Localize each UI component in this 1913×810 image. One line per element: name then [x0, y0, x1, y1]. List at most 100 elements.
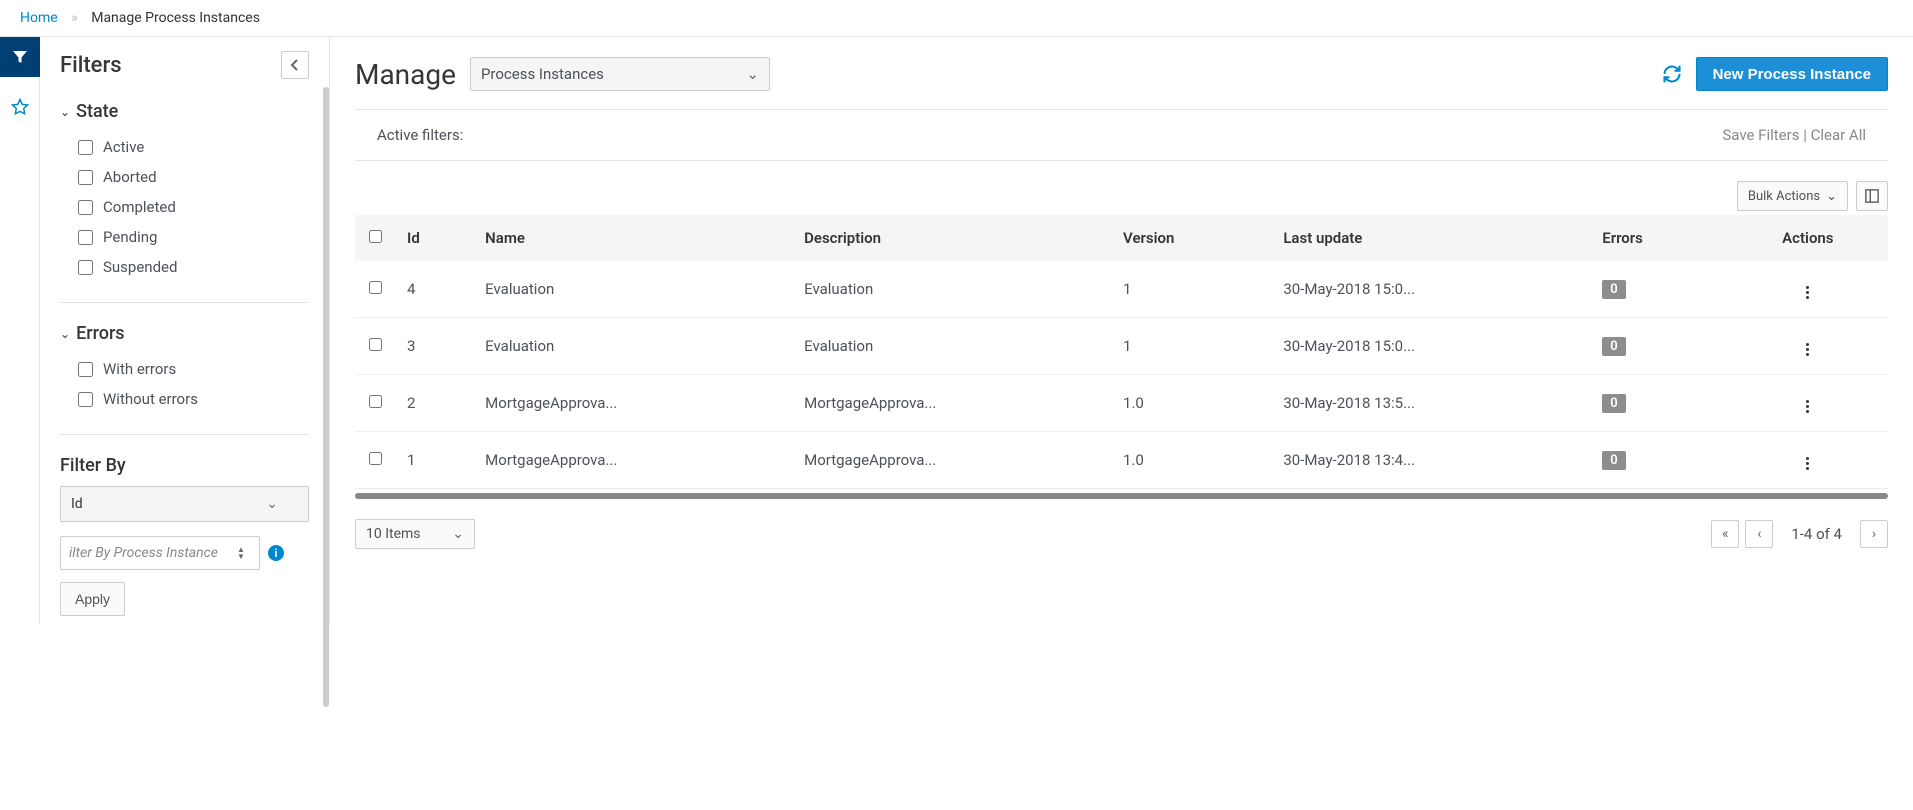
main-content: Manage Process Instances ⌄ New Process I… [330, 37, 1913, 624]
filter-group-state: ⌄State Active Aborted Completed Pending … [40, 93, 329, 290]
errors-without-label: Without errors [103, 390, 198, 408]
row-checkbox[interactable] [369, 395, 382, 408]
cell-description: MortgageApprova... [792, 432, 1111, 489]
chevron-down-icon: ⌄ [1826, 189, 1837, 204]
collapse-sidebar-button[interactable] [281, 51, 309, 79]
cell-last-update: 30-May-2018 13:4... [1271, 432, 1590, 489]
col-last-update[interactable]: Last update [1271, 215, 1590, 261]
info-icon[interactable]: i [268, 545, 284, 561]
state-aborted-checkbox[interactable] [78, 170, 93, 185]
cell-name: MortgageApprova... [473, 432, 792, 489]
row-checkbox[interactable] [369, 452, 382, 465]
breadcrumb: Home » Manage Process Instances [0, 0, 1913, 36]
filter-group-errors-header[interactable]: ⌄Errors [60, 323, 309, 344]
breadcrumb-current: Manage Process Instances [91, 10, 260, 26]
columns-button[interactable] [1856, 181, 1888, 211]
cell-version: 1.0 [1111, 375, 1271, 432]
active-filters-label: Active filters: [377, 126, 463, 144]
row-actions-menu[interactable] [1802, 453, 1813, 474]
table-row[interactable]: 4EvaluationEvaluation130-May-2018 15:0..… [355, 261, 1888, 318]
cell-id: 4 [395, 261, 473, 318]
spinner-icon[interactable]: ▲▼ [237, 546, 251, 560]
separator: | [1803, 126, 1810, 144]
state-active-checkbox[interactable] [78, 140, 93, 155]
chevron-down-icon: ⌄ [452, 526, 464, 542]
error-badge: 0 [1602, 337, 1625, 356]
page-size-select[interactable]: 10 Items ⌄ [355, 519, 475, 549]
state-suspended-checkbox[interactable] [78, 260, 93, 275]
type-select[interactable]: Process Instances ⌄ [470, 57, 770, 91]
state-pending-checkbox[interactable] [78, 230, 93, 245]
sidebar-title: Filters [60, 53, 122, 78]
filter-by-select[interactable]: Id ⌄ [60, 486, 309, 522]
errors-with-checkbox[interactable] [78, 362, 93, 377]
table-row[interactable]: 3EvaluationEvaluation130-May-2018 15:0..… [355, 318, 1888, 375]
filter-group-state-header[interactable]: ⌄State [60, 101, 309, 122]
col-name[interactable]: Name [473, 215, 792, 261]
filter-by-title: Filter By [60, 455, 309, 486]
horizontal-scrollbar[interactable] [355, 493, 1888, 499]
cell-description: Evaluation [792, 318, 1111, 375]
state-pending-label: Pending [103, 228, 157, 246]
save-filters-button[interactable]: Save Filters [1722, 126, 1799, 144]
filter-group-errors: ⌄Errors With errors Without errors [40, 315, 329, 422]
error-badge: 0 [1602, 280, 1625, 299]
pager-range: 1-4 of 4 [1791, 525, 1842, 543]
col-description[interactable]: Description [792, 215, 1111, 261]
clear-all-button[interactable]: Clear All [1811, 126, 1866, 144]
row-actions-menu[interactable] [1802, 396, 1813, 417]
process-instances-table: Id Name Description Version Last update … [355, 215, 1888, 489]
cell-version: 1.0 [1111, 432, 1271, 489]
cell-version: 1 [1111, 318, 1271, 375]
new-process-instance-button[interactable]: New Process Instance [1696, 57, 1888, 91]
col-version[interactable]: Version [1111, 215, 1271, 261]
cell-name: Evaluation [473, 261, 792, 318]
state-active-label: Active [103, 138, 144, 156]
breadcrumb-home-link[interactable]: Home [20, 10, 58, 26]
divider [60, 302, 309, 303]
errors-without-checkbox[interactable] [78, 392, 93, 407]
cell-description: MortgageApprova... [792, 375, 1111, 432]
filter-by-placeholder: ilter By Process Instance [69, 545, 218, 561]
col-actions: Actions [1728, 215, 1888, 261]
filter-by-selected: Id [71, 496, 83, 512]
select-all-checkbox[interactable] [369, 230, 382, 243]
error-badge: 0 [1602, 451, 1625, 470]
col-id[interactable]: Id [395, 215, 473, 261]
breadcrumb-separator: » [71, 10, 78, 26]
icon-rail [0, 37, 40, 624]
cell-last-update: 30-May-2018 15:0... [1271, 318, 1590, 375]
cell-errors: 0 [1590, 432, 1727, 489]
cell-errors: 0 [1590, 261, 1727, 318]
type-selected: Process Instances [481, 65, 604, 83]
cell-last-update: 30-May-2018 15:0... [1271, 261, 1590, 318]
row-checkbox[interactable] [369, 338, 382, 351]
row-actions-menu[interactable] [1802, 282, 1813, 303]
page-title: Manage [355, 58, 456, 91]
row-checkbox[interactable] [369, 281, 382, 294]
divider [60, 434, 309, 435]
pager-next-button[interactable]: › [1860, 520, 1888, 548]
chevron-down-icon: ⌄ [60, 105, 70, 119]
chevron-down-icon: ⌄ [60, 327, 70, 341]
refresh-icon[interactable] [1662, 64, 1682, 84]
filter-by-input[interactable]: ilter By Process Instance ▲▼ [60, 536, 260, 570]
cell-id: 1 [395, 432, 473, 489]
star-icon[interactable] [0, 87, 40, 127]
page-size-label: 10 Items [366, 526, 421, 542]
col-errors[interactable]: Errors [1590, 215, 1727, 261]
apply-button[interactable]: Apply [60, 582, 125, 616]
cell-version: 1 [1111, 261, 1271, 318]
table-row[interactable]: 2MortgageApprova...MortgageApprova...1.0… [355, 375, 1888, 432]
cell-description: Evaluation [792, 261, 1111, 318]
table-row[interactable]: 1MortgageApprova...MortgageApprova...1.0… [355, 432, 1888, 489]
cell-last-update: 30-May-2018 13:5... [1271, 375, 1590, 432]
filter-icon[interactable] [0, 37, 40, 77]
pager-first-button[interactable]: « [1711, 520, 1739, 548]
row-actions-menu[interactable] [1802, 339, 1813, 360]
bulk-actions-button[interactable]: Bulk Actions ⌄ [1737, 181, 1848, 211]
pager-prev-button[interactable]: ‹ [1745, 520, 1773, 548]
state-completed-checkbox[interactable] [78, 200, 93, 215]
cell-errors: 0 [1590, 375, 1727, 432]
cell-id: 2 [395, 375, 473, 432]
